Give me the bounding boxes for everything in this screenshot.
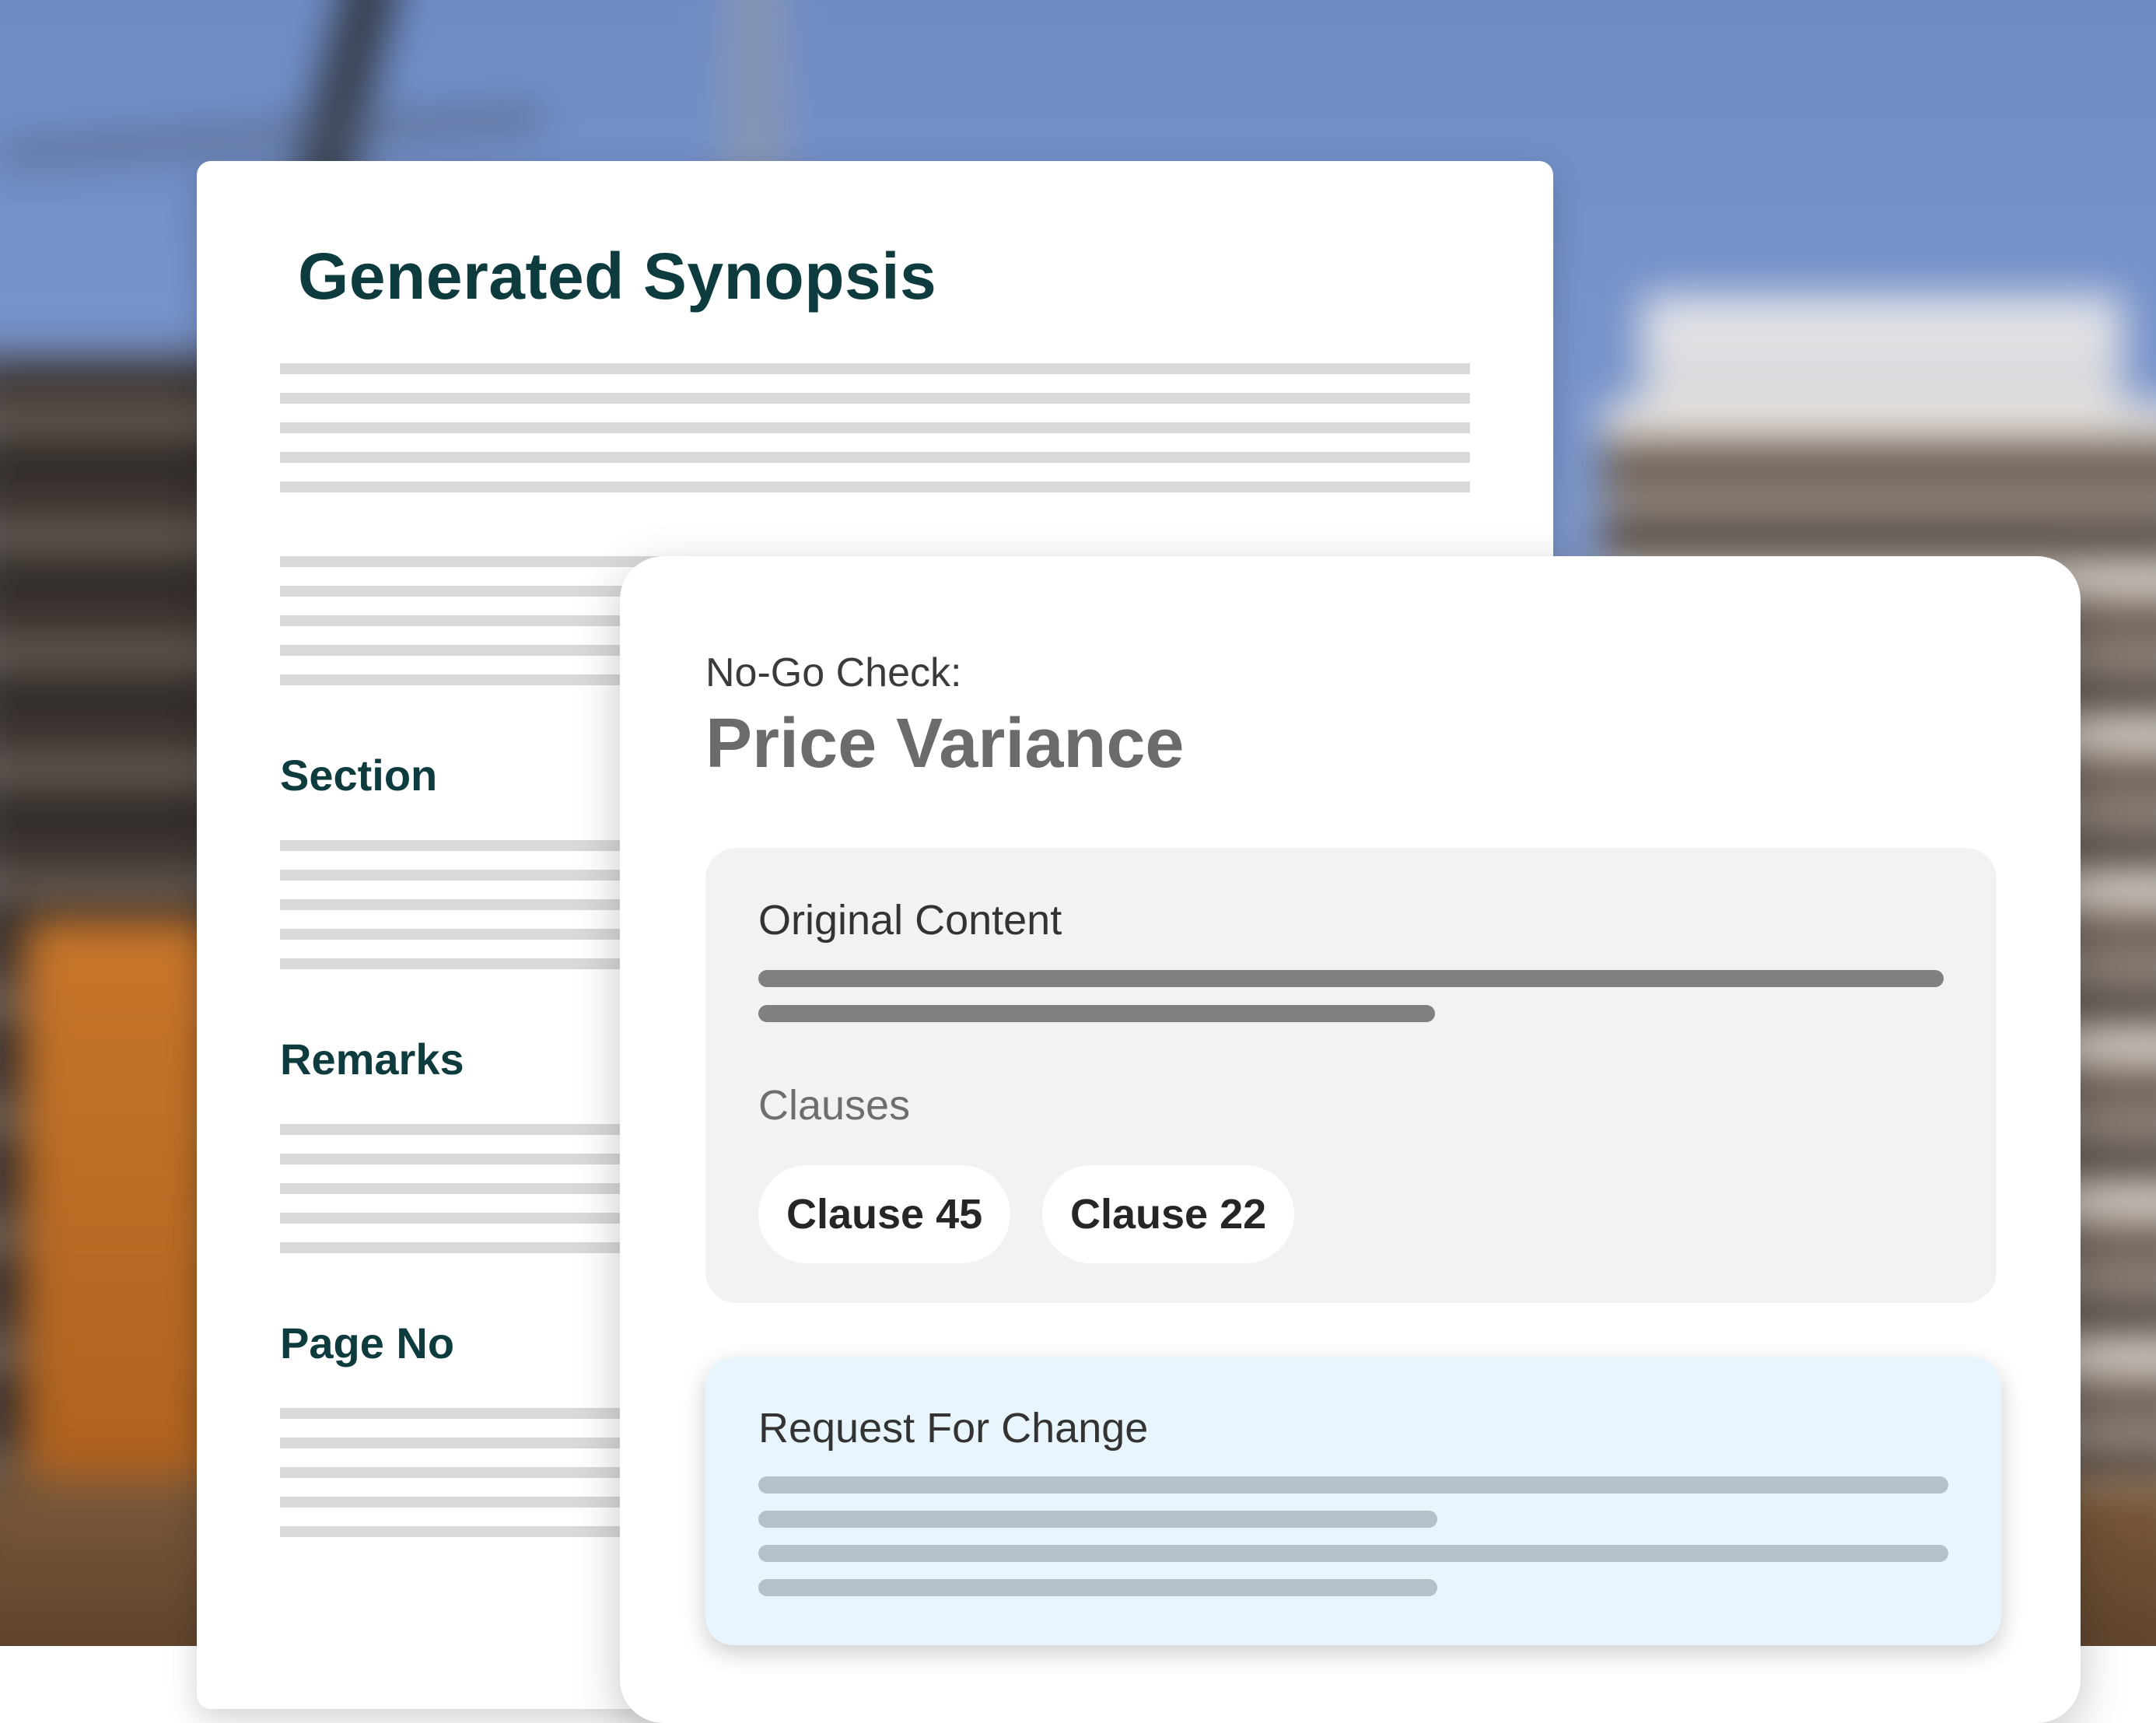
clause-chip[interactable]: Clause 45 (758, 1165, 1011, 1263)
request-for-change-heading: Request For Change (758, 1405, 1149, 1452)
synopsis-paragraph-1 (280, 363, 1470, 511)
document-title: Generated Synopsis (298, 240, 937, 313)
clauses-label: Clauses (758, 1082, 911, 1129)
original-content-line (758, 970, 1944, 987)
no-go-check-label: No-Go Check: (705, 650, 962, 695)
request-for-change-line (758, 1476, 1948, 1494)
original-content-heading: Original Content (758, 897, 1062, 944)
page-no-heading: Page No (280, 1319, 455, 1368)
remarks-heading: Remarks (280, 1035, 464, 1084)
background-crane-arm (0, 105, 545, 167)
original-content-panel: Original Content Clauses Clause 45 Claus… (705, 848, 1997, 1303)
no-go-check-title: Price Variance (705, 705, 1185, 783)
text-placeholder-line (280, 452, 1470, 463)
text-placeholder-line (280, 393, 1470, 404)
no-go-check-card: No-Go Check: Price Variance Original Con… (620, 556, 2081, 1723)
original-content-line (758, 1005, 1435, 1022)
request-for-change-line (758, 1579, 1437, 1596)
text-placeholder-line (280, 422, 1470, 433)
text-placeholder-line (280, 482, 1470, 492)
request-for-change-line (758, 1545, 1948, 1562)
section-heading: Section (280, 751, 438, 800)
text-placeholder-line (280, 363, 1470, 374)
clause-chip[interactable]: Clause 22 (1042, 1165, 1295, 1263)
request-for-change-panel[interactable]: Request For Change (705, 1357, 2001, 1645)
request-for-change-line (758, 1511, 1437, 1528)
